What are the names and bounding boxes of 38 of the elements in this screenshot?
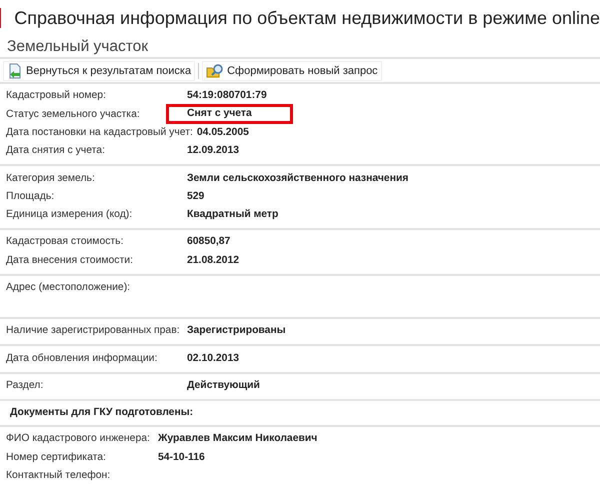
back-button[interactable]: Вернуться к результатам поиска	[3, 61, 196, 81]
field-label: Дата снятия с учета:	[6, 144, 106, 158]
folder-magnifier-icon	[206, 63, 224, 79]
field-value: Квадратный метр	[187, 208, 278, 222]
field-value: Снят с учета	[166, 104, 293, 124]
field-label: Дата внесения стоимости:	[6, 254, 134, 268]
field-label: Кадастровая стоимость:	[6, 235, 124, 250]
field-label: Адрес (местоположение):	[6, 281, 132, 296]
field-value: Земли сельскохозяйственного назначения	[187, 172, 408, 186]
field-label: Статус земельного участка:	[6, 108, 141, 122]
accent-bar	[0, 8, 2, 28]
field-label: Номер сертификата:	[6, 450, 107, 464]
field-value: 60850,87	[187, 235, 230, 250]
field-label: ФИО кадастрового инженера:	[6, 432, 151, 446]
field-label: Наличие зарегистрированных прав:	[6, 324, 181, 338]
field-value: 529	[187, 190, 204, 204]
field-label: Раздел:	[6, 378, 44, 393]
field-value: 02.10.2013	[187, 352, 240, 366]
field-value: Действующий	[187, 378, 260, 393]
page-title: Справочная информация по объектам недвижимости в режиме online	[14, 8, 600, 28]
field-label: Дата обновления информации:	[6, 352, 158, 366]
field-label: Единица измерения (код):	[6, 208, 134, 222]
new-query-button[interactable]: Сформировать новый запрос	[202, 61, 382, 81]
field-label: Дата постановки на кадастровый учет:	[6, 126, 194, 140]
field-label: Кадастровый номер:	[6, 89, 107, 104]
field-label: Контактный телефон:	[6, 468, 112, 483]
field-value: 12.09.2013	[187, 144, 240, 158]
section-heading: Документы для ГКУ подготовлены:	[0, 400, 600, 427]
field-value: 21.08.2012	[187, 254, 240, 268]
field-value: 54-10-116	[158, 450, 205, 464]
document-arrow-icon	[7, 63, 23, 79]
field-value: Журавлев Максим Николаевич	[158, 432, 318, 446]
field-value: Зарегистрированы	[187, 324, 286, 338]
field-label: Площадь:	[6, 190, 56, 204]
field-label: Категория земель:	[6, 172, 96, 186]
field-value: 54:19:080701:79	[187, 89, 267, 104]
field-value: 04.05.2005	[196, 126, 249, 140]
section-title: Земельный участок	[0, 28, 600, 59]
